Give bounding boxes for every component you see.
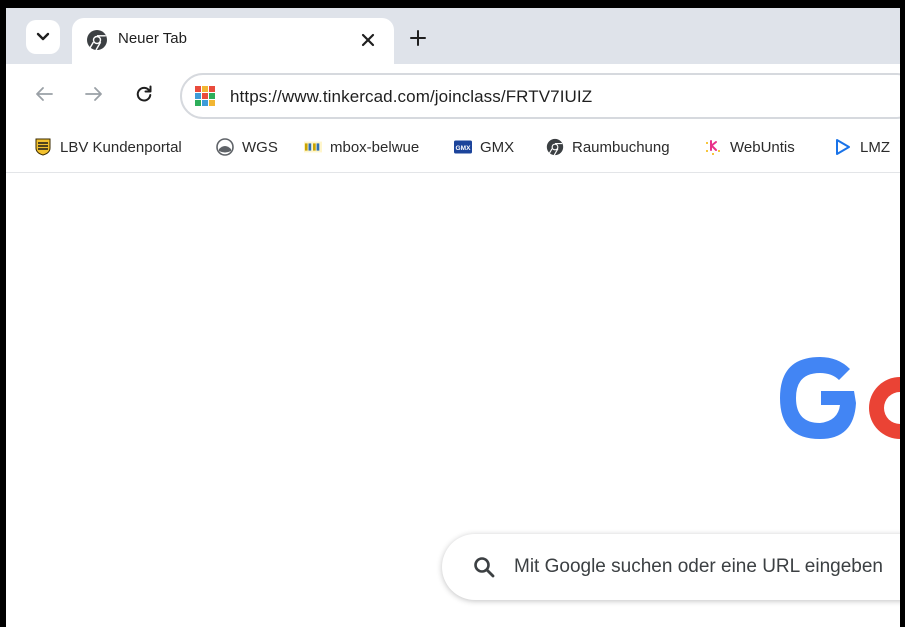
webuntis-icon [704,138,722,156]
belwue-icon [304,138,322,156]
search-icon [474,557,495,578]
bookmarks-bar: LBV Kundenportal WGS mbox-belwue GMX GMX… [6,128,900,168]
gmx-icon: GMX [454,138,472,156]
arrow-left-icon [36,87,53,101]
new-tab-page: Mit Google suchen oder eine URL eingeben [6,173,900,627]
toolbar: https://www.tinkercad.com/joinclass/FRTV… [6,64,905,128]
new-tab-button[interactable] [404,24,432,52]
arrow-right-icon [85,87,102,101]
tinkercad-icon [195,86,215,106]
tab-active[interactable]: Neuer Tab [72,18,394,64]
bookmark-label: WebUntis [730,138,795,156]
bookmark-label: Raumbuchung [572,138,670,156]
bookmark-gmx[interactable]: GMX GMX [454,135,514,159]
browser-window: Neuer Tab https://www.tinkercad.com/join… [0,0,905,627]
window-border [900,0,905,627]
close-icon [361,33,375,47]
address-bar[interactable]: https://www.tinkercad.com/joinclass/FRTV… [180,73,905,119]
reload-icon [136,85,152,102]
plus-icon [410,30,426,46]
bookmark-label: mbox-belwue [330,138,420,156]
play-icon [834,138,852,156]
bookmark-label: LBV Kundenportal [60,138,182,156]
tab-title: Neuer Tab [118,30,187,47]
bookmark-label: GMX [480,138,515,156]
window-border [0,0,905,8]
chrome-icon [546,138,564,156]
bookmark-lmz[interactable]: LMZ [834,135,890,159]
bookmark-label: WGS [242,138,278,156]
bookmark-webuntis[interactable]: WebUntis [704,135,795,159]
window-border [0,0,6,627]
tab-search-button[interactable] [26,20,60,54]
forward-button[interactable] [80,80,108,108]
search-box[interactable]: Mit Google suchen oder eine URL eingeben [442,534,900,600]
url-text: https://www.tinkercad.com/joinclass/FRTV… [230,87,593,106]
bookmark-mbox-belwue[interactable]: mbox-belwue [304,135,419,159]
chrome-icon [87,30,107,51]
reload-button[interactable] [130,80,158,108]
tab-strip: Neuer Tab [6,8,900,64]
bookmark-label: LMZ [860,138,890,156]
tab-close-button[interactable] [356,28,380,52]
bookmark-lbv-kundenportal[interactable]: LBV Kundenportal [34,135,182,159]
svg-text:GMX: GMX [456,145,472,152]
google-logo [780,357,900,439]
back-button[interactable] [30,80,58,108]
globe-icon [216,138,234,156]
bookmark-wgs[interactable]: WGS [216,135,278,159]
search-placeholder: Mit Google suchen oder eine URL eingeben [514,556,883,577]
coat-of-arms-icon [34,138,52,156]
chevron-down-icon [36,32,50,41]
bookmark-raumbuchung[interactable]: Raumbuchung [546,135,670,159]
